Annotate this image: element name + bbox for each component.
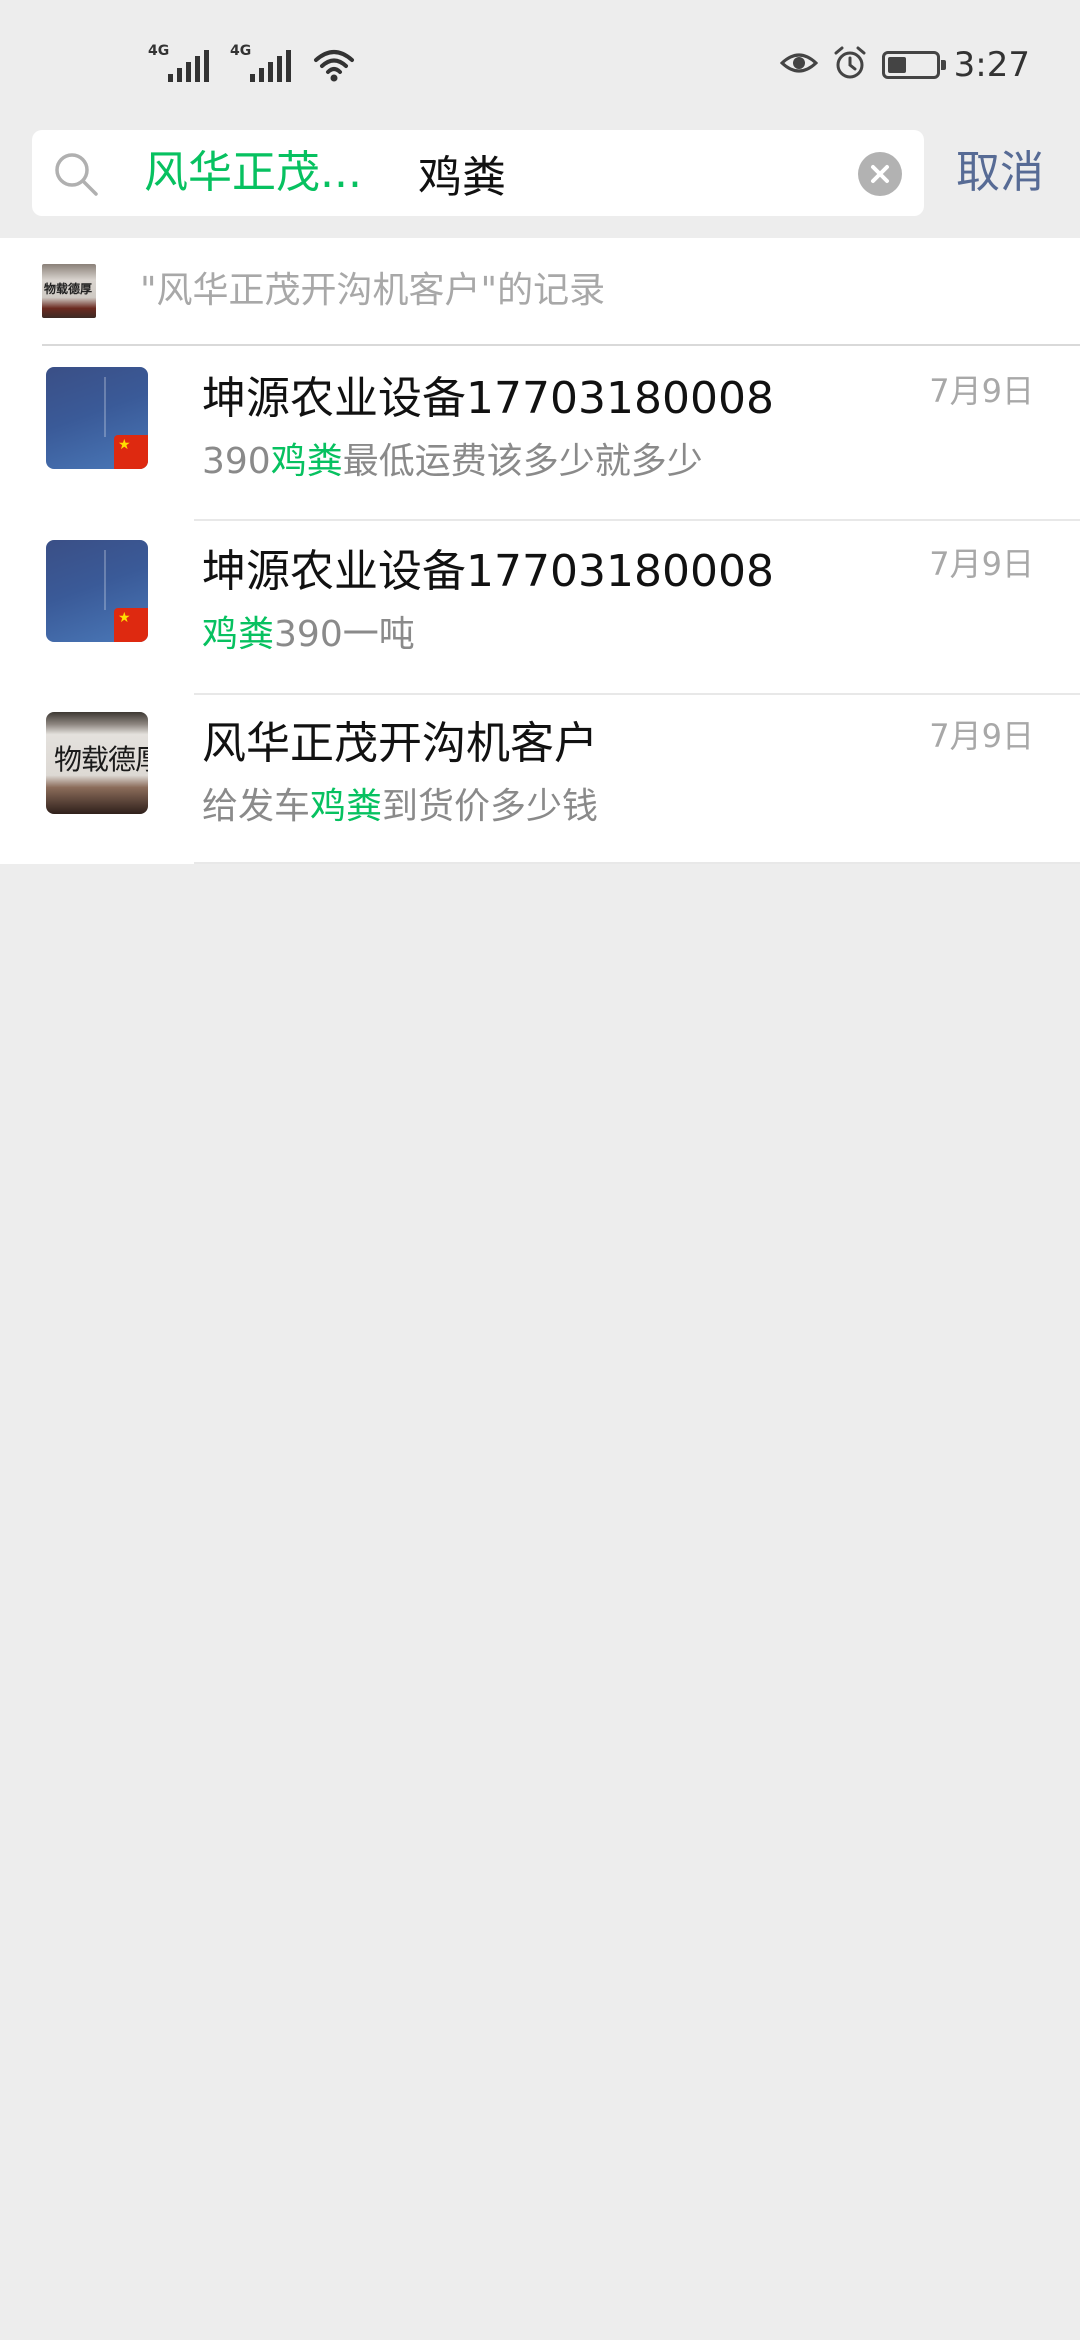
- clear-search-button[interactable]: [858, 152, 902, 196]
- list-item[interactable]: 物载德厚 风华正茂开沟机客户 给发车鸡粪到货价多少钱 7月9日: [0, 695, 1080, 868]
- clock-time: 3:27: [953, 45, 1030, 85]
- search-icon: [52, 150, 100, 198]
- search-scope-chip[interactable]: 风华正茂...: [144, 130, 362, 216]
- contact-name: 风华正茂开沟机客户: [202, 718, 598, 769]
- status-bar: 4G 4G 3:27: [0, 0, 1080, 130]
- alarm-icon: [832, 45, 868, 85]
- system-indicators: 3:27: [779, 44, 1030, 86]
- search-bar[interactable]: 风华正茂...: [32, 130, 924, 216]
- contact-name: 坤源农业设备17703180008: [202, 546, 774, 597]
- battery-icon: [881, 51, 946, 79]
- search-results: 物载德厚 "风华正茂开沟机客户"的记录 坤源农业设备17703180008 39…: [0, 238, 1080, 864]
- search-input[interactable]: [418, 138, 858, 208]
- match-highlight: 鸡粪: [202, 614, 275, 655]
- message-date: 7月9日: [929, 717, 1034, 755]
- flag-icon: [114, 435, 148, 469]
- message-preview: 390鸡粪最低运费该多少就多少: [202, 441, 703, 482]
- flag-icon: [114, 608, 148, 642]
- cancel-button[interactable]: 取消: [940, 130, 1060, 216]
- message-date: 7月9日: [929, 372, 1034, 410]
- list-item[interactable]: 坤源农业设备17703180008 鸡粪390一吨 7月9日: [0, 521, 1080, 694]
- wifi-icon: [312, 44, 356, 84]
- match-highlight: 鸡粪: [270, 441, 343, 482]
- avatar: [46, 367, 148, 469]
- message-date: 7月9日: [929, 545, 1034, 583]
- message-preview: 鸡粪390一吨: [202, 614, 415, 655]
- network-indicators: 4G 4G: [148, 44, 356, 84]
- network-type-label: 4G: [230, 43, 252, 59]
- eye-icon: [779, 49, 818, 81]
- avatar-sign-text: 物载德厚: [54, 743, 148, 776]
- contact-name: 坤源农业设备17703180008: [202, 373, 774, 424]
- list-item[interactable]: 坤源农业设备17703180008 390鸡粪最低运费该多少就多少 7月9日: [0, 346, 1080, 519]
- message-preview: 给发车鸡粪到货价多少钱: [202, 786, 599, 827]
- match-highlight: 鸡粪: [310, 786, 383, 827]
- chat-records-entry[interactable]: 物载德厚 "风华正茂开沟机客户"的记录: [0, 238, 1080, 344]
- avatar: 物载德厚: [46, 712, 148, 814]
- thumbnail-sign-text: 物载德厚: [44, 282, 93, 296]
- divider: [194, 862, 1080, 864]
- chat-records-label: "风华正茂开沟机客户"的记录: [140, 270, 606, 311]
- signal-icon: 4G: [230, 44, 296, 84]
- avatar: [46, 540, 148, 642]
- network-type-label: 4G: [148, 43, 170, 59]
- close-icon: [871, 165, 889, 183]
- signal-icon: 4G: [148, 44, 214, 84]
- chat-thumbnail: 物载德厚: [42, 264, 96, 318]
